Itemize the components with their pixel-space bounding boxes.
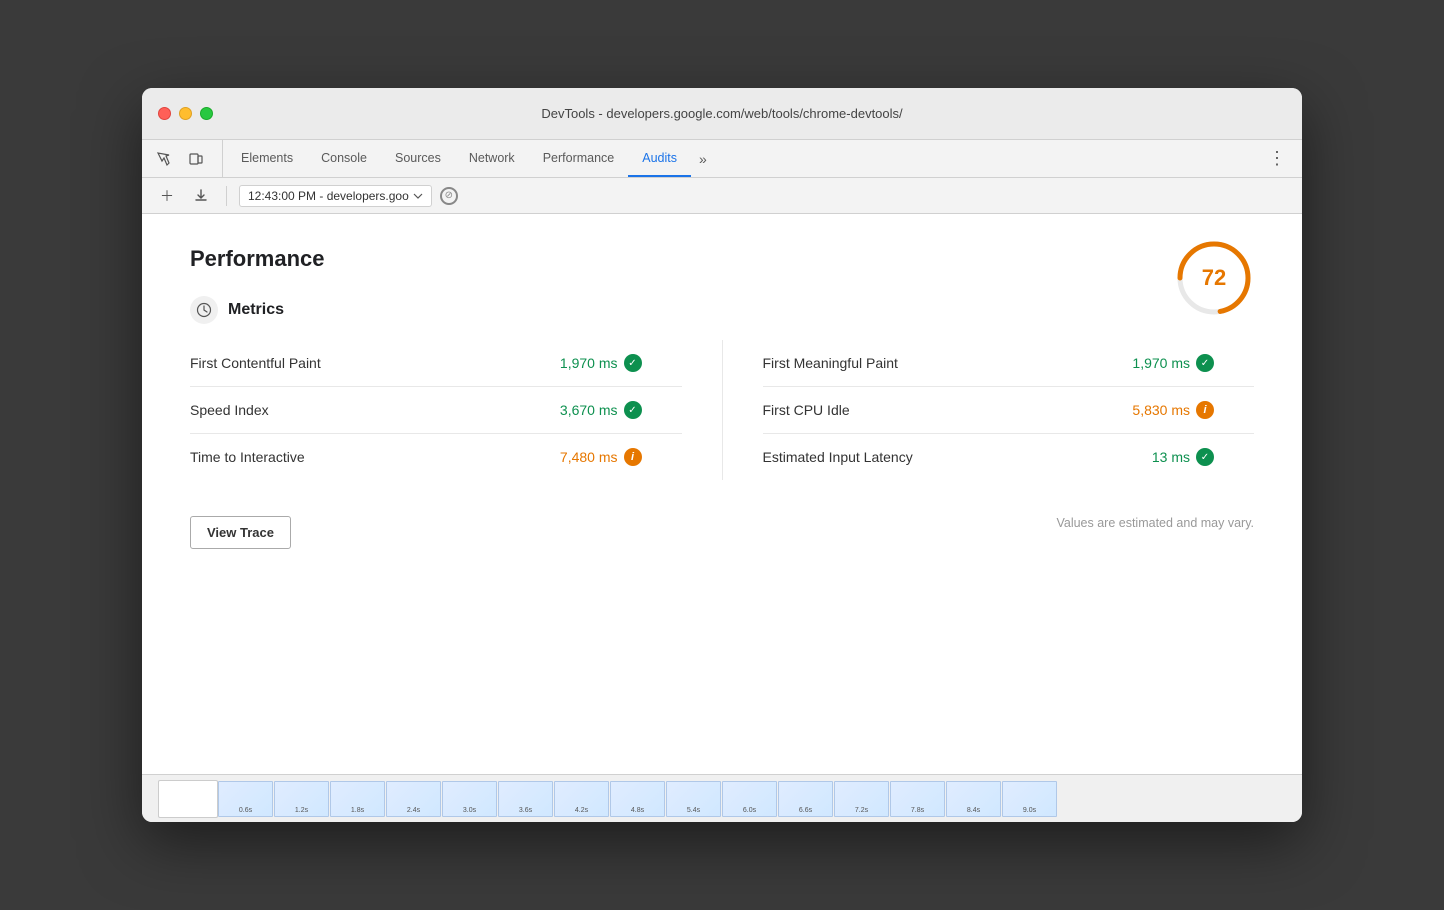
check-icon-eil: ✓ xyxy=(1196,448,1214,466)
filmstrip-frame: 7.8s xyxy=(890,781,945,817)
title-bar: DevTools - developers.google.com/web/too… xyxy=(142,88,1302,140)
metrics-title: Metrics xyxy=(228,301,284,319)
metric-value-text-fci: 5,830 ms xyxy=(1132,402,1190,418)
devtools-toolbar: Elements Console Sources Network Perform… xyxy=(142,140,1302,178)
metric-value-fmp: 1,970 ms ✓ xyxy=(1132,354,1214,372)
close-button[interactable] xyxy=(158,107,171,120)
metric-value-text-eil: 13 ms xyxy=(1152,449,1190,465)
metric-value-text-tti: 7,480 ms xyxy=(560,449,618,465)
metric-value-text-si: 3,670 ms xyxy=(560,402,618,418)
filmstrip-blank xyxy=(158,780,218,818)
devtools-menu-button[interactable]: ⋮ xyxy=(1260,140,1294,177)
stop-recording-button[interactable]: ⊘ xyxy=(440,187,458,205)
metric-row-fcp: First Contentful Paint 1,970 ms ✓ xyxy=(190,340,682,387)
metrics-icon xyxy=(190,296,218,324)
filmstrip-frame: 7.2s xyxy=(834,781,889,817)
filmstrip-frame: 6.6s xyxy=(778,781,833,817)
import-button[interactable] xyxy=(188,183,214,209)
filmstrip-frame: 5.4s xyxy=(666,781,721,817)
tab-elements[interactable]: Elements xyxy=(227,140,307,177)
filmstrip-frame: 6.0s xyxy=(722,781,777,817)
add-recording-button[interactable]: ＋ xyxy=(154,183,180,209)
metric-row-eil: Estimated Input Latency 13 ms ✓ xyxy=(763,434,1255,480)
tabs-container: Elements Console Sources Network Perform… xyxy=(227,140,1260,177)
toolbar-icons xyxy=(150,140,223,177)
filmstrip-frames: 0.6s 1.2s 1.8s 2.4s 3.0s 3.6s 4.2s 4.8s … xyxy=(218,781,1057,817)
filmstrip-frame: 4.2s xyxy=(554,781,609,817)
metric-value-text-fcp: 1,970 ms xyxy=(560,355,618,371)
tab-performance[interactable]: Performance xyxy=(529,140,629,177)
filmstrip-frame: 0.6s xyxy=(218,781,273,817)
secondary-toolbar: ＋ 12:43:00 PM - developers.goo ⊘ xyxy=(142,178,1302,214)
metrics-grid: First Contentful Paint 1,970 ms ✓ Speed … xyxy=(190,340,1254,480)
metric-row-fci: First CPU Idle 5,830 ms i xyxy=(763,387,1255,434)
tab-console[interactable]: Console xyxy=(307,140,381,177)
check-icon-si: ✓ xyxy=(624,401,642,419)
metrics-right-column: First Meaningful Paint 1,970 ms ✓ First … xyxy=(723,340,1255,480)
metric-label-eil: Estimated Input Latency xyxy=(763,449,913,465)
filmstrip-frame: 3.6s xyxy=(498,781,553,817)
toolbar-divider xyxy=(226,186,227,206)
metric-value-fci: 5,830 ms i xyxy=(1132,401,1214,419)
window-title: DevTools - developers.google.com/web/too… xyxy=(541,106,902,121)
metric-label-fcp: First Contentful Paint xyxy=(190,355,321,371)
metric-label-tti: Time to Interactive xyxy=(190,449,305,465)
score-value: 72 xyxy=(1202,265,1226,291)
performance-score-circle: 72 xyxy=(1174,238,1254,318)
disclaimer-text: Values are estimated and may vary. xyxy=(1056,516,1254,530)
metric-value-eil: 13 ms ✓ xyxy=(1152,448,1214,466)
metric-row-tti: Time to Interactive 7,480 ms i xyxy=(190,434,682,480)
check-icon-fmp: ✓ xyxy=(1196,354,1214,372)
tab-network[interactable]: Network xyxy=(455,140,529,177)
traffic-lights xyxy=(158,107,213,120)
page-title: Performance xyxy=(190,246,1254,272)
filmstrip-frame: 3.0s xyxy=(442,781,497,817)
main-content: Performance 72 Metrics xyxy=(142,214,1302,774)
info-icon-tti: i xyxy=(624,448,642,466)
metric-value-fcp: 1,970 ms ✓ xyxy=(560,354,642,372)
filmstrip-bar: 0.6s 1.2s 1.8s 2.4s 3.0s 3.6s 4.2s 4.8s … xyxy=(142,774,1302,822)
check-icon-fcp: ✓ xyxy=(624,354,642,372)
metric-label-si: Speed Index xyxy=(190,402,269,418)
view-trace-button[interactable]: View Trace xyxy=(190,516,291,549)
tab-audits[interactable]: Audits xyxy=(628,140,691,177)
minimize-button[interactable] xyxy=(179,107,192,120)
filmstrip-frame: 2.4s xyxy=(386,781,441,817)
info-icon-fci: i xyxy=(1196,401,1214,419)
devtools-window: DevTools - developers.google.com/web/too… xyxy=(142,88,1302,822)
device-toolbar-button[interactable] xyxy=(182,145,210,173)
metric-label-fci: First CPU Idle xyxy=(763,402,850,418)
filmstrip-frame: 1.2s xyxy=(274,781,329,817)
metric-value-si: 3,670 ms ✓ xyxy=(560,401,642,419)
filmstrip-frame: 4.8s xyxy=(610,781,665,817)
metrics-header: Metrics xyxy=(190,296,1254,324)
filmstrip-frame: 8.4s xyxy=(946,781,1001,817)
more-tabs-button[interactable]: » xyxy=(691,140,715,177)
recording-selector[interactable]: 12:43:00 PM - developers.goo xyxy=(239,185,432,207)
score-circle-container: 72 xyxy=(1174,238,1254,318)
maximize-button[interactable] xyxy=(200,107,213,120)
filmstrip-frame: 1.8s xyxy=(330,781,385,817)
inspect-element-button[interactable] xyxy=(150,145,178,173)
metric-row-si: Speed Index 3,670 ms ✓ xyxy=(190,387,682,434)
filmstrip-frame: 9.0s xyxy=(1002,781,1057,817)
metric-value-text-fmp: 1,970 ms xyxy=(1132,355,1190,371)
metric-row-fmp: First Meaningful Paint 1,970 ms ✓ xyxy=(763,340,1255,387)
tab-sources[interactable]: Sources xyxy=(381,140,455,177)
metric-label-fmp: First Meaningful Paint xyxy=(763,355,898,371)
metric-value-tti: 7,480 ms i xyxy=(560,448,642,466)
metrics-left-column: First Contentful Paint 1,970 ms ✓ Speed … xyxy=(190,340,723,480)
